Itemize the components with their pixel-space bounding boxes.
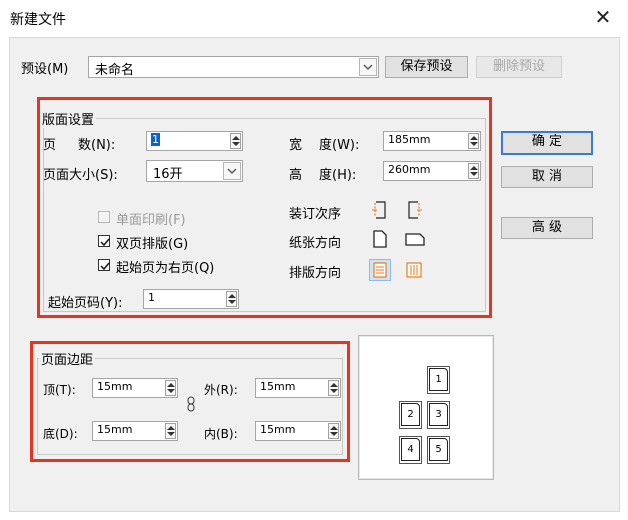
- stepper-arrows-icon[interactable]: [230, 133, 241, 149]
- page-preview: 1 2 3 4 5: [358, 335, 494, 480]
- single-print-checkbox[interactable]: [98, 211, 110, 223]
- preview-page: 3: [429, 403, 448, 426]
- margin-inner-label: 内(B):: [204, 427, 238, 441]
- stepper-arrows-icon[interactable]: [165, 380, 176, 396]
- start-right-checkbox[interactable]: [98, 259, 110, 271]
- pages-label-a: 页: [43, 138, 57, 153]
- height-label-b: 度(H):: [319, 168, 357, 183]
- margin-inner-stepper[interactable]: 15mm: [255, 421, 341, 441]
- ok-button[interactable]: 确 定: [501, 131, 593, 155]
- binding-left-icon[interactable]: [370, 200, 390, 220]
- margin-top-stepper[interactable]: 15mm: [92, 378, 178, 398]
- advanced-button[interactable]: 高 级: [501, 217, 593, 239]
- preview-page-cell: 3: [427, 401, 450, 429]
- width-value: 185mm: [388, 133, 431, 146]
- delete-preset-button[interactable]: 删除预设: [476, 56, 562, 78]
- portrait-icon[interactable]: [370, 229, 390, 249]
- margin-top-value: 15mm: [97, 380, 133, 393]
- start-page-label: 起始页码(Y):: [48, 296, 123, 311]
- preset-value: 未命名: [95, 63, 135, 78]
- stepper-arrows-icon[interactable]: [226, 291, 237, 307]
- page-size-value: 16开: [153, 167, 183, 182]
- stepper-arrows-icon[interactable]: [328, 380, 339, 396]
- width-label-b: 度(W):: [319, 138, 360, 153]
- binding-right-icon[interactable]: [404, 200, 424, 220]
- preset-label: 预设(M): [21, 62, 69, 77]
- stepper-arrows-icon[interactable]: [165, 423, 176, 439]
- layout-group-title: 版面设置: [40, 109, 97, 128]
- start-page-stepper[interactable]: 1: [143, 289, 239, 309]
- title-bar: 新建文件 ✕: [0, 0, 628, 37]
- margin-outer-value: 15mm: [260, 380, 296, 393]
- pages-stepper[interactable]: 1: [146, 131, 243, 151]
- margin-top-label: 顶(T):: [43, 383, 76, 397]
- link-chain-icon[interactable]: [186, 396, 196, 412]
- width-label-a: 宽: [289, 138, 303, 153]
- start-right-label: 起始页为右页(Q): [116, 261, 215, 276]
- window-title: 新建文件: [10, 12, 66, 28]
- horizontal-text-icon[interactable]: [369, 259, 391, 281]
- preview-page-cell: 1: [427, 366, 450, 394]
- margin-outer-stepper[interactable]: 15mm: [255, 378, 341, 398]
- vertical-text-icon[interactable]: [404, 260, 424, 280]
- facing-pages-checkbox[interactable]: [98, 235, 110, 247]
- checkmark-icon: [100, 262, 110, 271]
- landscape-icon[interactable]: [404, 229, 425, 249]
- stepper-arrows-icon[interactable]: [328, 423, 339, 439]
- width-stepper[interactable]: 185mm: [383, 131, 481, 151]
- text-direction-label: 排版方向: [289, 266, 342, 281]
- page-size-combo[interactable]: 16开: [146, 160, 243, 182]
- margin-outer-label: 外(R):: [204, 383, 238, 397]
- height-label-a: 高: [289, 168, 303, 183]
- preset-combo[interactable]: 未命名: [88, 56, 379, 78]
- margin-bottom-label: 底(D):: [43, 427, 78, 441]
- margin-bottom-value: 15mm: [97, 423, 133, 436]
- cancel-button[interactable]: 取 消: [501, 166, 593, 188]
- page-size-label: 页面大小(S):: [43, 168, 118, 183]
- preview-page-cell: 4: [399, 436, 422, 464]
- preview-page: 5: [429, 438, 448, 461]
- stepper-arrows-icon[interactable]: [468, 133, 479, 149]
- binding-order-label: 装订次序: [289, 207, 342, 222]
- preview-page-cell: 2: [399, 401, 422, 429]
- facing-pages-label: 双页排版(G): [116, 237, 189, 252]
- preview-page: 4: [401, 438, 420, 461]
- pages-label-b: 数(N):: [78, 138, 116, 153]
- pages-value: 1: [151, 133, 160, 146]
- preview-page: 1: [429, 368, 448, 391]
- margin-bottom-stepper[interactable]: 15mm: [92, 421, 178, 441]
- stepper-arrows-icon[interactable]: [468, 163, 479, 179]
- margins-group-title: 页面边距: [39, 349, 96, 368]
- chevron-down-icon[interactable]: [223, 162, 241, 180]
- margin-inner-value: 15mm: [260, 423, 296, 436]
- orientation-label: 纸张方向: [289, 236, 342, 251]
- preview-page-cell: 5: [427, 436, 450, 464]
- single-print-label: 单面印刷(F): [116, 213, 186, 228]
- save-preset-button[interactable]: 保存预设: [385, 56, 468, 78]
- close-icon[interactable]: ✕: [590, 4, 616, 30]
- chevron-down-icon[interactable]: [359, 58, 377, 76]
- start-page-value: 1: [148, 291, 155, 304]
- checkmark-icon: [100, 238, 110, 247]
- height-stepper[interactable]: 260mm: [383, 161, 481, 181]
- height-value: 260mm: [388, 163, 431, 176]
- preview-page: 2: [401, 403, 420, 426]
